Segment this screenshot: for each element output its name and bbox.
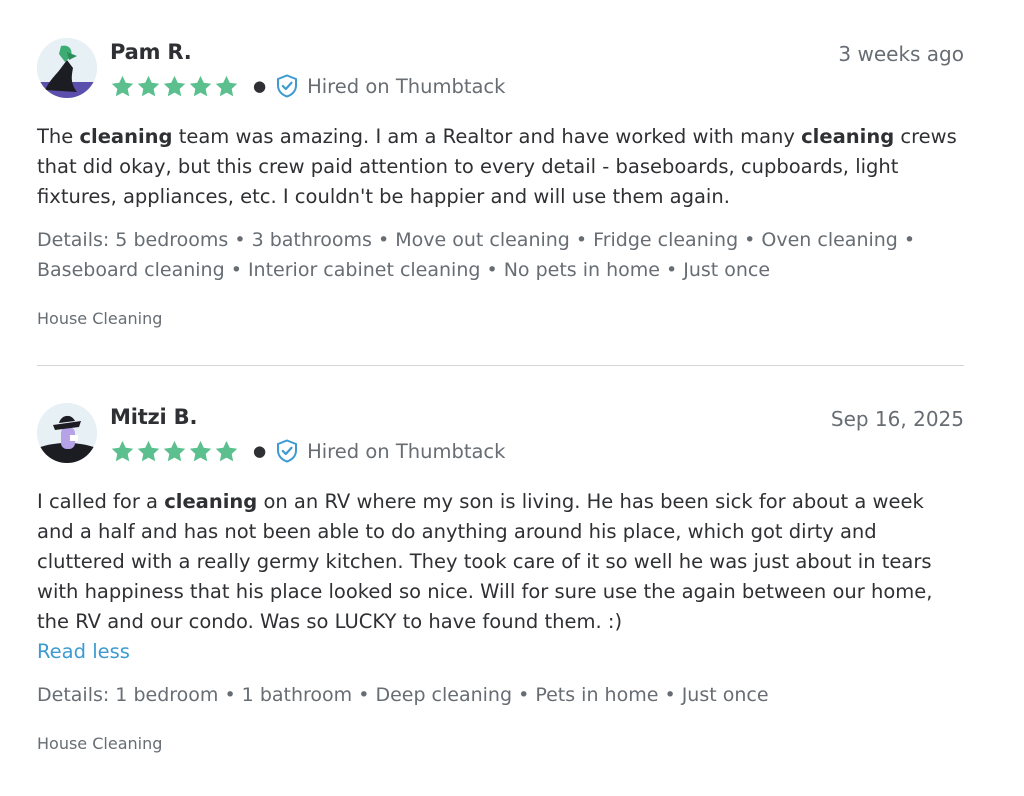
service-category: House Cleaning xyxy=(37,309,163,328)
review-text: I called for a cleaning on an RV where m… xyxy=(37,487,964,637)
hired-label: Hired on Thumbtack xyxy=(307,439,506,463)
review-text: The cleaning team was amazing. I am a Re… xyxy=(37,122,964,212)
star-icon xyxy=(137,75,160,96)
review-details: Details: 1 bedroom • 1 bathroom • Deep c… xyxy=(37,684,769,706)
read-less-link[interactable]: Read less xyxy=(37,637,964,667)
rating-row: ● Hired on Thumbtack xyxy=(110,438,505,464)
review-text-segment: The xyxy=(37,125,80,148)
reviewer-name: Mitzi B. xyxy=(110,405,198,429)
avatar xyxy=(37,403,97,463)
star-icon xyxy=(189,75,212,96)
review-keyword: cleaning xyxy=(164,490,258,513)
reviewer-name: Pam R. xyxy=(110,40,192,64)
service-category: House Cleaning xyxy=(37,734,163,753)
hired-label: Hired on Thumbtack xyxy=(307,74,506,98)
review-date: 3 weeks ago xyxy=(838,42,964,66)
review-card: Mitzi B. Sep 16, 2025 ● Hired on Thumbta… xyxy=(37,403,964,753)
star-rating xyxy=(110,439,239,464)
star-icon xyxy=(163,75,186,96)
star-icon xyxy=(163,440,186,461)
star-icon xyxy=(215,75,238,96)
shield-check-icon xyxy=(277,439,298,463)
star-icon xyxy=(189,440,212,461)
review-text-segment: I called for a xyxy=(37,490,165,513)
divider xyxy=(37,365,964,366)
review-header: Mitzi B. Sep 16, 2025 ● Hired on Thumbta… xyxy=(37,403,964,467)
star-icon xyxy=(111,440,134,461)
star-icon xyxy=(111,75,134,96)
star-icon xyxy=(137,440,160,461)
separator-dot: ● xyxy=(253,442,267,460)
review-header: Pam R. 3 weeks ago ● Hired on Thumbtack xyxy=(37,38,964,102)
avatar xyxy=(37,38,97,98)
review-keyword: cleaning xyxy=(79,125,173,148)
star-rating xyxy=(110,74,239,99)
review-text-segment: team was amazing. I am a Realtor and hav… xyxy=(172,125,802,148)
rating-row: ● Hired on Thumbtack xyxy=(110,73,505,99)
separator-dot: ● xyxy=(253,77,267,95)
review-details: Details: 5 bedrooms • 3 bathrooms • Move… xyxy=(37,229,916,281)
shield-check-icon xyxy=(277,74,298,98)
review-date: Sep 16, 2025 xyxy=(830,407,964,431)
review-card: Pam R. 3 weeks ago ● Hired on Thumbtack … xyxy=(37,0,964,328)
star-icon xyxy=(215,440,238,461)
review-keyword: cleaning xyxy=(801,125,895,148)
